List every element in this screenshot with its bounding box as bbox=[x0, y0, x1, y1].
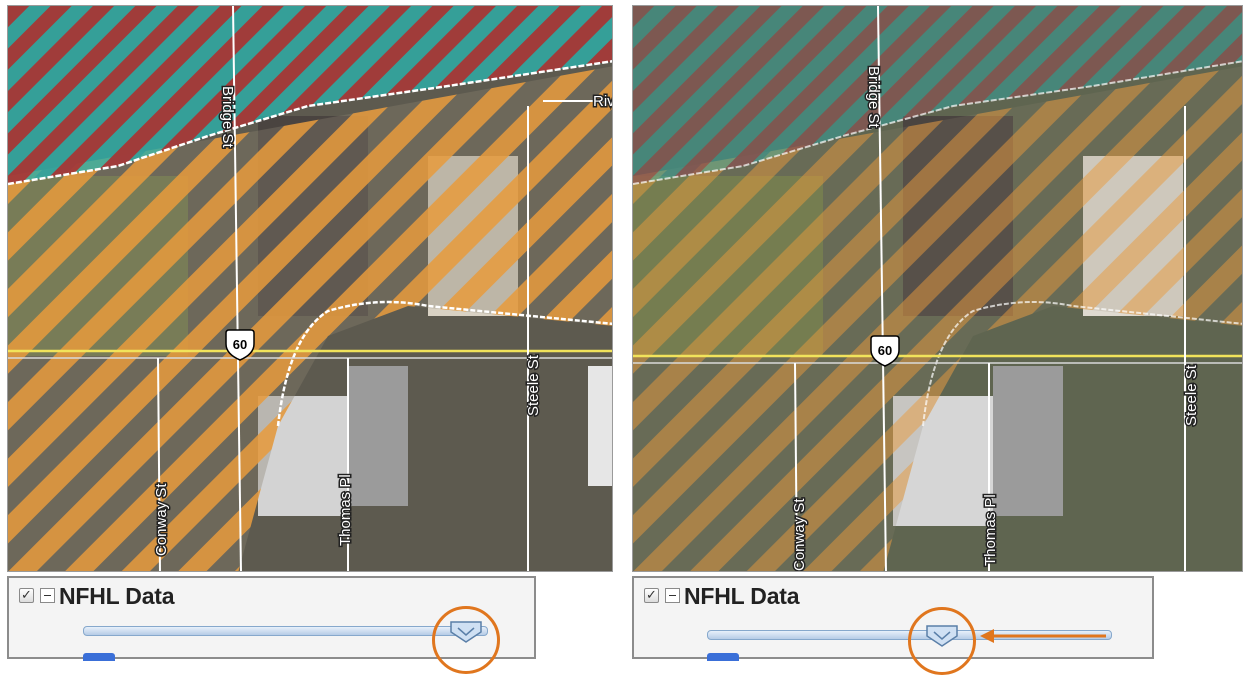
layer-visibility-checkbox[interactable]: ✓ bbox=[19, 588, 34, 603]
collapse-toggle[interactable] bbox=[40, 588, 55, 603]
map-view-after[interactable]: 60 Bridge St Steele St Conway St Thomas … bbox=[632, 5, 1243, 572]
highlight-circle bbox=[908, 607, 976, 675]
street-label-bridge: Bridge St bbox=[865, 66, 882, 129]
highlight-circle bbox=[432, 606, 500, 674]
layer-visibility-checkbox[interactable]: ✓ bbox=[644, 588, 659, 603]
street-label-conway: Conway St bbox=[153, 483, 170, 556]
street-label-river: Riv bbox=[593, 93, 613, 110]
layer-title: NFHL Data bbox=[684, 583, 800, 609]
collapse-toggle[interactable] bbox=[665, 588, 680, 603]
layer-options-button[interactable] bbox=[707, 653, 739, 661]
map-canvas-after: 60 Bridge St Steele St Conway St Thomas … bbox=[633, 6, 1242, 571]
street-label-steele: Steele St bbox=[525, 354, 542, 416]
route-shield-label: 60 bbox=[233, 337, 247, 352]
layer-title: NFHL Data bbox=[59, 583, 175, 609]
layer-control-before: ✓ NFHL Data bbox=[7, 576, 536, 674]
transparency-slider-track[interactable] bbox=[83, 626, 488, 636]
street-label-conway: Conway St bbox=[791, 498, 808, 571]
street-label-thomas: Thomas Pl bbox=[982, 494, 999, 566]
layer-control-after: ✓ NFHL Data bbox=[632, 576, 1154, 675]
map-view-before[interactable]: 60 Bridge St Riv Steele St Conway St Tho… bbox=[7, 5, 613, 572]
map-canvas-before: 60 Bridge St Riv Steele St Conway St Tho… bbox=[8, 6, 613, 571]
street-label-steele: Steele St bbox=[1183, 364, 1200, 426]
layer-options-button[interactable] bbox=[83, 653, 115, 661]
route-shield-label: 60 bbox=[878, 343, 892, 358]
arrow-left-icon bbox=[980, 629, 1106, 643]
street-label-bridge: Bridge St bbox=[219, 86, 236, 149]
street-label-thomas: Thomas Pl bbox=[337, 474, 354, 546]
